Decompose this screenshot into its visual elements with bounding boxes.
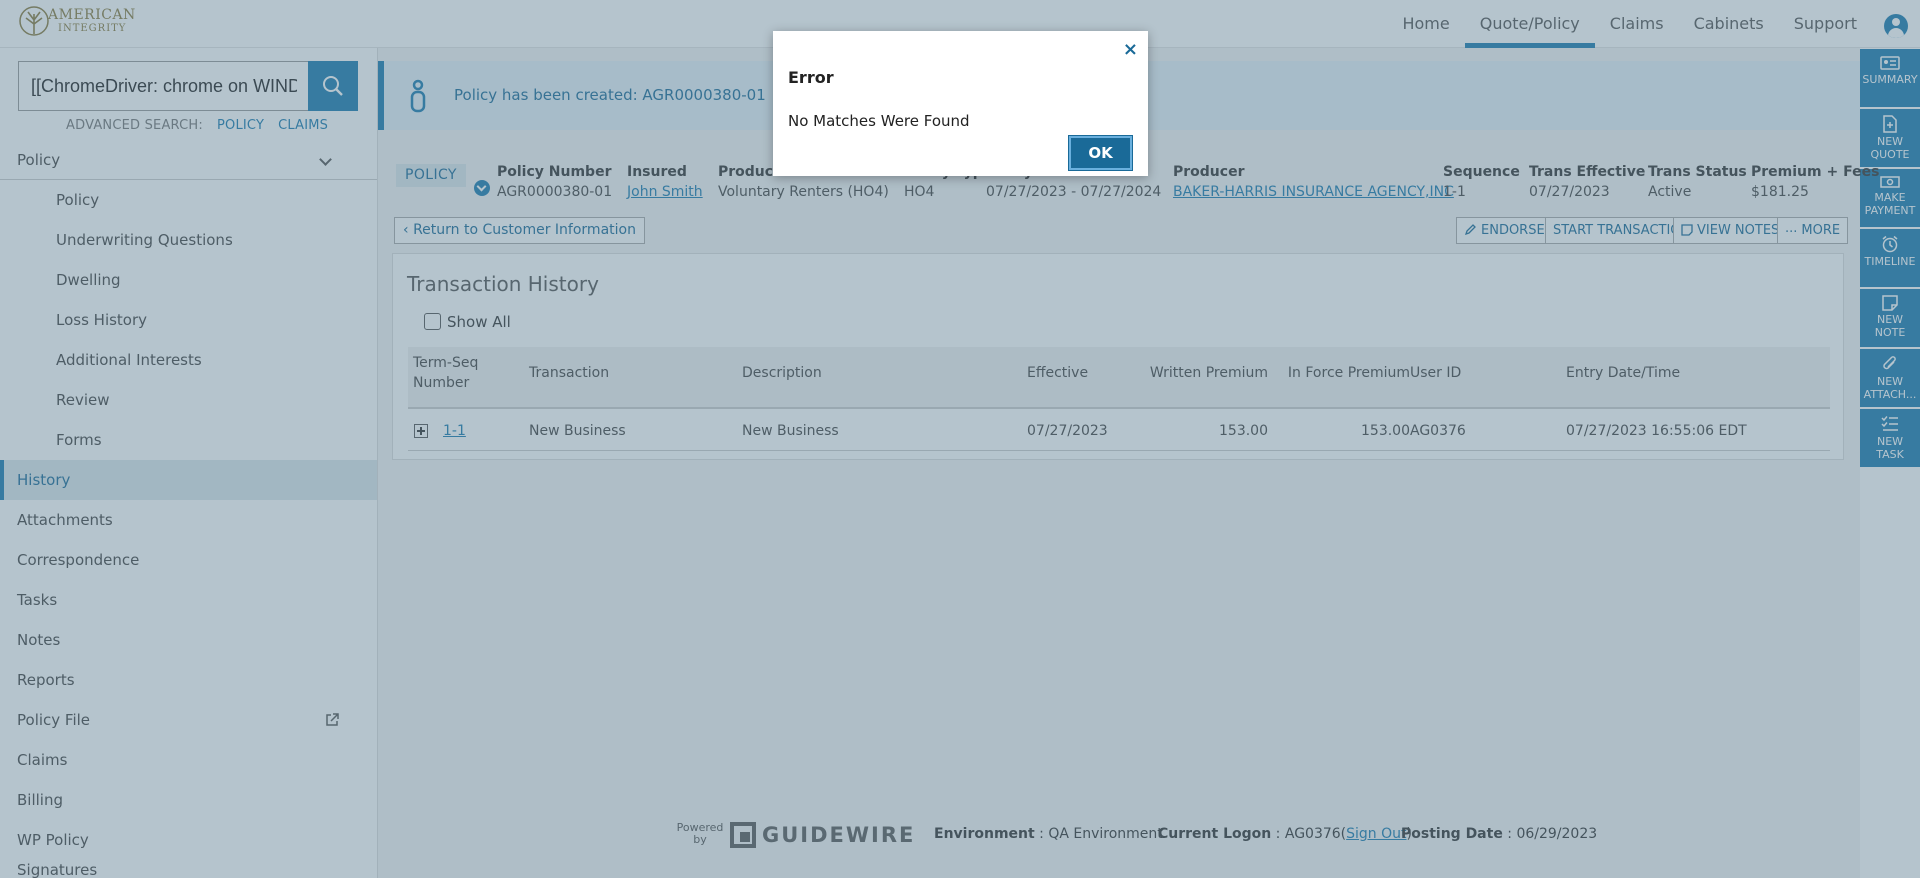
dialog-title: Error [788, 68, 834, 87]
error-dialog: × Error No Matches Were Found OK [773, 31, 1148, 176]
close-icon[interactable]: × [1123, 39, 1138, 60]
ok-button[interactable]: OK [1068, 135, 1133, 171]
dialog-message: No Matches Were Found [788, 112, 970, 130]
